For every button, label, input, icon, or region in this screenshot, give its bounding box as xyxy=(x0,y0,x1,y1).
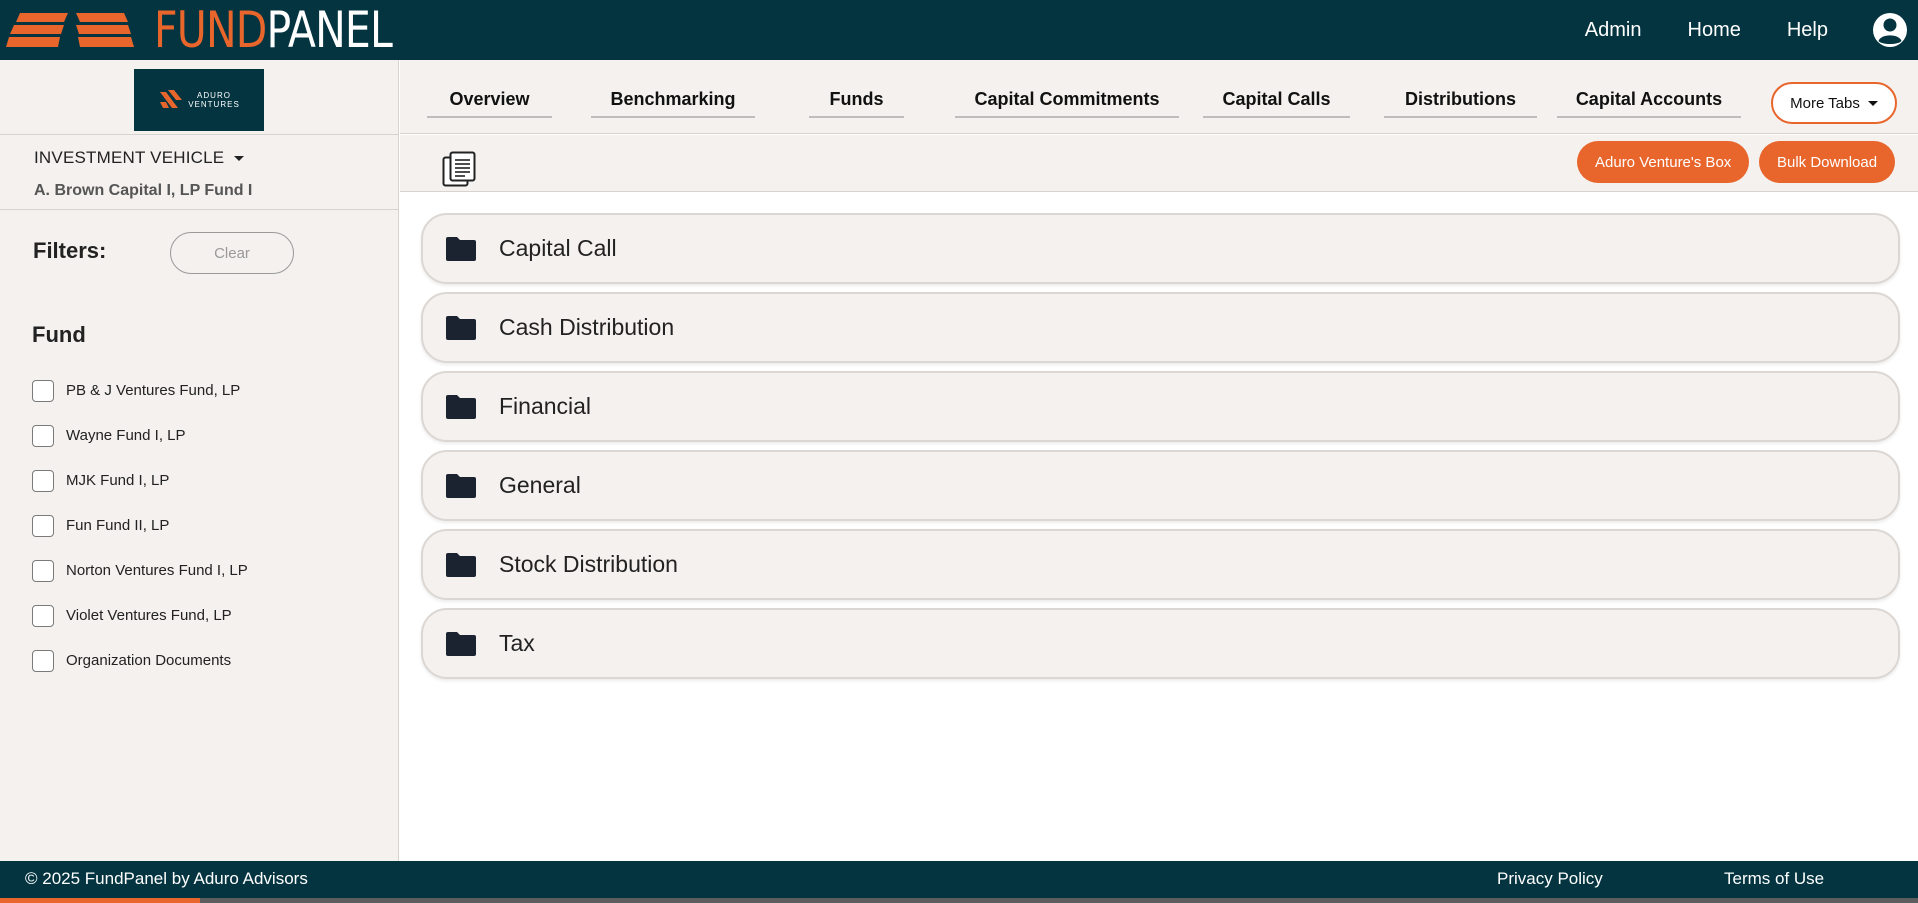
aduro-ventures-logo: ADURO VENTURES xyxy=(134,69,264,131)
folder-item[interactable]: Stock Distribution xyxy=(421,529,1900,600)
tab-capital-commitments[interactable]: Capital Commitments xyxy=(955,84,1179,118)
fund-checkbox[interactable] xyxy=(32,604,54,627)
folder-list: Capital Call Cash Distribution Financial… xyxy=(421,213,1900,687)
footer: © 2025 FundPanel by Aduro Advisors Priva… xyxy=(0,861,1918,898)
fund-checkbox[interactable] xyxy=(32,559,54,582)
folder-icon xyxy=(446,394,476,419)
sidebar-divider xyxy=(0,209,399,210)
fund-filter-item[interactable]: PB & J Ventures Fund, LP xyxy=(32,368,248,413)
fund-filter-list: PB & J Ventures Fund, LP Wayne Fund I, L… xyxy=(32,368,248,683)
tab-distributions[interactable]: Distributions xyxy=(1384,84,1537,118)
folder-item[interactable]: Cash Distribution xyxy=(421,292,1900,363)
brand-panel-text: PANEL xyxy=(266,1,393,59)
folder-label: Capital Call xyxy=(499,235,617,261)
brand-fund-text: FUND xyxy=(154,1,267,59)
footer-strip-accent xyxy=(0,898,200,903)
fund-checkbox[interactable] xyxy=(32,424,54,447)
fund-checkbox[interactable] xyxy=(32,469,54,492)
fund-filter-label: Wayne Fund I, LP xyxy=(66,427,186,444)
investment-vehicle-label: INVESTMENT VEHICLE xyxy=(34,148,225,167)
folder-label: Cash Distribution xyxy=(499,314,675,340)
folder-item[interactable]: Tax xyxy=(421,608,1900,679)
bulk-download-button[interactable]: Bulk Download xyxy=(1759,141,1896,183)
footer-copyright: © 2025 FundPanel by Aduro Advisors xyxy=(25,869,308,888)
fund-filter-label: MJK Fund I, LP xyxy=(66,472,170,489)
fund-filter-label: Fun Fund II, LP xyxy=(66,517,170,534)
user-circle-icon[interactable] xyxy=(1872,12,1908,48)
folder-label: Tax xyxy=(499,630,535,656)
sidebar: ADURO VENTURES INVESTMENT VEHICLE A. Bro… xyxy=(0,60,399,861)
tab-benchmarking[interactable]: Benchmarking xyxy=(591,84,755,118)
aduro-logo-text: ADURO VENTURES xyxy=(188,91,240,109)
privacy-policy-link[interactable]: Privacy Policy xyxy=(1497,869,1603,889)
terms-of-use-link[interactable]: Terms of Use xyxy=(1724,869,1824,889)
nav-link-home[interactable]: Home xyxy=(1688,19,1741,42)
aduro-box-button[interactable]: Aduro Venture's Box xyxy=(1577,141,1750,183)
tab-capital-accounts[interactable]: Capital Accounts xyxy=(1557,84,1741,118)
fund-filter-heading: Fund xyxy=(32,322,86,347)
folder-icon xyxy=(446,552,476,577)
fund-checkbox[interactable] xyxy=(32,649,54,672)
tab-capital-calls[interactable]: Capital Calls xyxy=(1203,84,1350,118)
fund-filter-label: PB & J Ventures Fund, LP xyxy=(66,382,241,399)
folder-icon xyxy=(446,473,476,498)
investment-vehicle-value: A. Brown Capital I, LP Fund I xyxy=(34,182,253,199)
brand-wordmark: FUNDPANEL xyxy=(154,5,393,55)
aduro-logo-line1: ADURO xyxy=(197,91,231,100)
top-navbar: FUNDPANEL Admin Home Help xyxy=(0,0,1918,60)
folder-icon xyxy=(446,631,476,656)
fund-filter-item[interactable]: MJK Fund I, LP xyxy=(32,458,248,503)
more-tabs-label: More Tabs xyxy=(1790,94,1860,112)
fund-filter-label: Organization Documents xyxy=(66,652,232,669)
folder-icon xyxy=(446,315,476,340)
aduro-logo-mark-icon xyxy=(160,90,183,108)
tab-overview[interactable]: Overview xyxy=(427,84,552,118)
fund-filter-item[interactable]: Norton Ventures Fund I, LP xyxy=(32,548,248,593)
tab-funds[interactable]: Funds xyxy=(809,84,904,118)
nav-link-admin[interactable]: Admin xyxy=(1585,19,1642,42)
fund-checkbox[interactable] xyxy=(32,379,54,402)
folder-label: Financial xyxy=(499,393,592,419)
folder-item[interactable]: Capital Call xyxy=(421,213,1900,284)
fund-filter-item[interactable]: Violet Ventures Fund, LP xyxy=(32,593,248,638)
fund-filter-item[interactable]: Wayne Fund I, LP xyxy=(32,413,248,458)
folder-item[interactable]: Financial xyxy=(421,371,1900,442)
caret-down-icon xyxy=(234,155,245,161)
sidebar-divider xyxy=(0,134,399,135)
more-tabs-button[interactable]: More Tabs xyxy=(1771,82,1897,124)
fundpanel-logo[interactable]: FUNDPANEL xyxy=(6,5,444,55)
fund-filter-item[interactable]: Fun Fund II, LP xyxy=(32,503,248,548)
folder-item[interactable]: General xyxy=(421,450,1900,521)
top-nav-links: Admin Home Help xyxy=(1585,0,1918,60)
filters-label: Filters: xyxy=(33,238,107,263)
fund-filter-label: Norton Ventures Fund I, LP xyxy=(66,562,248,579)
folder-label: Stock Distribution xyxy=(499,551,678,577)
fund-filter-label: Violet Ventures Fund, LP xyxy=(66,607,232,624)
clear-filters-button[interactable]: Clear xyxy=(170,232,294,274)
document-action-bar: Aduro Venture's Box Bulk Download xyxy=(400,135,1918,192)
caret-down-icon xyxy=(1867,100,1878,106)
nav-link-help[interactable]: Help xyxy=(1787,19,1828,42)
aduro-logo-line2: VENTURES xyxy=(188,100,240,109)
fund-filter-item[interactable]: Organization Documents xyxy=(32,638,248,683)
fundpanel-stripes-logo xyxy=(6,13,134,47)
document-icon[interactable] xyxy=(442,151,476,187)
folder-label: General xyxy=(499,472,581,498)
fund-checkbox[interactable] xyxy=(32,514,54,537)
investment-vehicle-dropdown[interactable]: INVESTMENT VEHICLE xyxy=(34,148,245,168)
footer-progress-strip xyxy=(0,898,1918,903)
folder-icon xyxy=(446,236,476,261)
tabs-bar: Overview Benchmarking Funds Capital Comm… xyxy=(400,60,1918,134)
